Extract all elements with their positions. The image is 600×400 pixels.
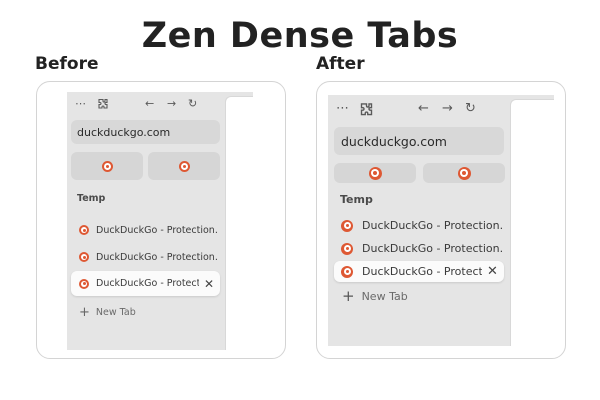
new-tab-label: New Tab xyxy=(95,306,136,318)
arrow-left-icon[interactable]: ← xyxy=(145,97,154,110)
tab-item-active[interactable]: DuckDuckGo - Protection. Pr ✕ xyxy=(71,271,220,296)
before-caption: Before xyxy=(35,54,99,74)
url-bar[interactable]: duckduckgo.com xyxy=(71,120,220,144)
duckduckgo-favicon-icon xyxy=(178,160,190,172)
more-horizontal-icon[interactable]: ⋯ xyxy=(75,97,86,110)
after-caption: After xyxy=(316,54,365,74)
plus-icon: + xyxy=(342,287,355,305)
tab-title: DuckDuckGo - Protection. Pr xyxy=(362,265,482,278)
reload-icon[interactable]: ↻ xyxy=(188,97,197,110)
essential-tab-2[interactable] xyxy=(148,152,220,180)
duckduckgo-favicon-icon xyxy=(368,166,382,180)
tab-item[interactable]: DuckDuckGo - Protection. Pr xyxy=(334,215,504,236)
essential-tab-2[interactable] xyxy=(423,163,505,183)
duckduckgo-favicon-icon xyxy=(79,225,89,235)
duckduckgo-favicon-icon xyxy=(101,160,113,172)
tab-item-active[interactable]: DuckDuckGo - Protection. Pr ✕ xyxy=(334,261,504,282)
reload-icon[interactable]: ↻ xyxy=(465,101,476,116)
puzzle-icon[interactable] xyxy=(359,102,374,117)
duckduckgo-favicon-icon xyxy=(79,278,89,289)
arrow-right-icon[interactable]: → xyxy=(167,97,176,110)
close-icon[interactable]: ✕ xyxy=(485,264,500,279)
arrow-left-icon[interactable]: ← xyxy=(418,101,429,116)
duckduckgo-favicon-icon xyxy=(79,252,89,262)
workspace-section-label: Temp xyxy=(340,193,373,206)
tab-item[interactable]: DuckDuckGo - Protection. Pr xyxy=(71,246,220,268)
tab-title: DuckDuckGo - Protection. Pr xyxy=(96,278,199,289)
duckduckgo-favicon-icon xyxy=(341,242,353,255)
page-title: Zen Dense Tabs xyxy=(141,16,459,56)
before-browser-window: ⋯ ← → ↻ duckduckgo.com Temp DuckDuckGo -… xyxy=(67,92,253,350)
after-browser-window: ⋯ ← → ↻ duckduckgo.com Temp DuckDuckGo -… xyxy=(328,95,554,346)
duckduckgo-favicon-icon xyxy=(457,166,471,180)
essential-tab-1[interactable] xyxy=(71,152,143,180)
tab-item[interactable]: DuckDuckGo - Protection. Pr xyxy=(71,219,220,241)
sidebar-toolbar: ⋯ ← → ↻ xyxy=(334,100,504,122)
after-panel: ⋯ ← → ↻ duckduckgo.com Temp DuckDuckGo -… xyxy=(316,81,566,359)
arrow-right-icon[interactable]: → xyxy=(442,101,453,116)
workspace-section-label: Temp xyxy=(77,193,106,204)
web-content-area xyxy=(225,96,253,350)
tab-title: DuckDuckGo - Protection. Pr xyxy=(362,219,504,232)
tab-title: DuckDuckGo - Protection. Pr xyxy=(362,242,504,255)
more-horizontal-icon[interactable]: ⋯ xyxy=(336,101,349,116)
duckduckgo-favicon-icon xyxy=(341,219,353,232)
essential-tab-1[interactable] xyxy=(334,163,416,183)
tab-title: DuckDuckGo - Protection. Pr xyxy=(96,224,220,236)
web-content-area xyxy=(510,99,554,346)
sidebar-toolbar: ⋯ ← → ↻ xyxy=(73,97,223,115)
url-bar[interactable]: duckduckgo.com xyxy=(334,127,504,155)
new-tab-button[interactable]: + New Tab xyxy=(79,303,136,321)
plus-icon: + xyxy=(79,304,90,320)
url-text: duckduckgo.com xyxy=(341,133,447,149)
close-icon[interactable]: ✕ xyxy=(202,277,216,291)
before-panel: ⋯ ← → ↻ duckduckgo.com Temp DuckDuckGo -… xyxy=(36,81,286,359)
tab-title: DuckDuckGo - Protection. Pr xyxy=(96,251,220,263)
tab-item[interactable]: DuckDuckGo - Protection. Pr xyxy=(334,238,504,259)
new-tab-label: New Tab xyxy=(361,289,408,303)
puzzle-icon[interactable] xyxy=(97,98,109,110)
url-text: duckduckgo.com xyxy=(77,125,171,139)
duckduckgo-favicon-icon xyxy=(341,265,353,278)
new-tab-button[interactable]: + New Tab xyxy=(342,287,408,305)
